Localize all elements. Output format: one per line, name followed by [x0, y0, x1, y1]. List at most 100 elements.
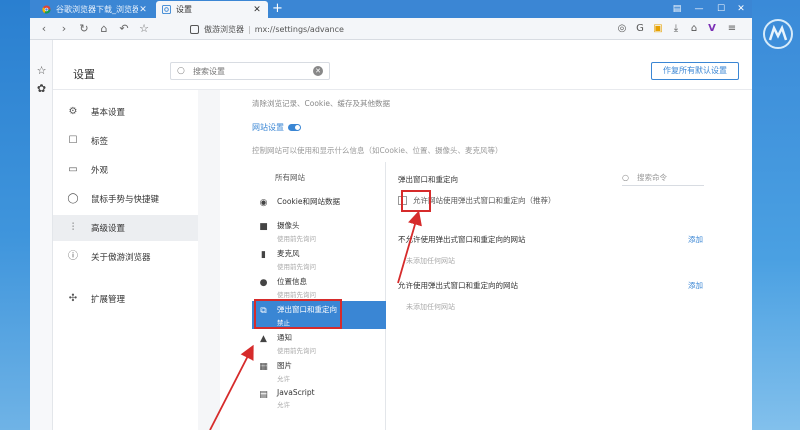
- search-placeholder: 搜索命令: [636, 173, 667, 182]
- blocked-sites-title: 不允许使用弹出式窗口和重定向的网站: [398, 235, 526, 244]
- command-search[interactable]: ○ 搜索命令: [622, 170, 704, 186]
- settings-main: 清除浏览记录、Cookie、缓存及其他数据 网站设置 控制网站可以使用和显示什么…: [198, 90, 752, 430]
- allow-popups-label: 允许网站使用弹出式窗口和重定向（推荐）: [413, 196, 556, 205]
- sidebar-item-extensions[interactable]: ✣ 扩展管理: [53, 286, 198, 312]
- forward-icon[interactable]: ›: [56, 21, 72, 37]
- permission-status: 使用前先询问: [277, 347, 316, 355]
- tab-download-page[interactable]: 谷歌浏览器下载_浏览器 ✕: [36, 1, 154, 18]
- sidebar-item-tabs[interactable]: ☐ 标签: [53, 128, 198, 154]
- popup-settings-panel: 弹出窗口和重定向 ○ 搜索命令 允许网站使用弹出式窗口和重定向（推荐） 不允许使…: [386, 162, 752, 430]
- new-tab-button[interactable]: +: [272, 1, 283, 16]
- permission-camera[interactable]: ■ 摄像头 使用前先询问: [252, 217, 386, 245]
- add-allowed-button[interactable]: 添加: [688, 280, 703, 291]
- sidebar-item-advanced[interactable]: ⫶ 高级设置: [53, 215, 198, 241]
- tab-strip: 谷歌浏览器下载_浏览器 ✕ 设置 ✕ + ▤ — ☐ ✕: [30, 0, 752, 18]
- sidebar-item-mouse[interactable]: ◯ 鼠标手势与快捷键: [53, 186, 198, 212]
- microphone-icon: ▮: [261, 250, 266, 260]
- javascript-icon: ▤: [259, 390, 268, 400]
- settings-sidebar: ⚙ 基本设置 ☐ 标签 ▭ 外观 ◯ 鼠标手势与快捷键 ⫶ 高级设置 ⓘ 关于傲…: [53, 90, 198, 430]
- permission-javascript[interactable]: ▤ JavaScript 允许: [252, 385, 386, 413]
- permission-name: JavaScript: [277, 388, 315, 397]
- hamburger-icon[interactable]: ≡: [724, 21, 740, 37]
- settings-header: 设置 ○ ✕ 作复所有默认设置: [53, 40, 752, 90]
- bell-icon: ▲: [260, 334, 267, 344]
- close-window-icon[interactable]: ✕: [730, 0, 752, 18]
- location-icon: ●: [259, 278, 268, 288]
- settings-page-icon: [162, 5, 171, 14]
- tab-title: 设置: [176, 5, 192, 14]
- url-text: mx://settings/advance: [254, 24, 344, 34]
- favorites-star-icon[interactable]: ☆: [35, 64, 48, 77]
- sidebar-item-label: 扩展管理: [91, 295, 126, 305]
- desktop-background: [752, 0, 800, 430]
- allowed-empty-text: 未添加任何网站: [406, 303, 455, 311]
- v-icon[interactable]: V: [704, 21, 720, 37]
- restore-defaults-button[interactable]: 作复所有默认设置: [651, 62, 739, 80]
- refresh-g-icon[interactable]: G: [632, 21, 648, 37]
- clear-data-link[interactable]: 清除浏览记录、Cookie、缓存及其他数据: [252, 98, 390, 109]
- maximize-icon[interactable]: ☐: [710, 0, 732, 18]
- add-blocked-button[interactable]: 添加: [688, 234, 703, 245]
- permission-microphone[interactable]: ▮ 麦克风 使用前先询问: [252, 245, 386, 273]
- mouse-icon: ◯: [67, 193, 79, 204]
- gear-icon: ⚙: [68, 106, 78, 117]
- sidebar-item-label: 关于傲游浏览器: [91, 253, 151, 263]
- permission-images[interactable]: ▦ 图片 允许: [252, 357, 386, 385]
- search-input[interactable]: [193, 66, 313, 76]
- permission-notifications[interactable]: ▲ 通知使用前先询问: [252, 329, 386, 357]
- allow-popups-option[interactable]: 允许网站使用弹出式窗口和重定向（推荐）: [398, 195, 556, 206]
- close-icon[interactable]: ✕: [252, 5, 262, 15]
- puzzle-icon: ✣: [68, 293, 78, 304]
- browser-window: 谷歌浏览器下载_浏览器 ✕ 设置 ✕ + ▤ — ☐ ✕ ‹ › ↻ ⌂ ↶ ☆…: [30, 0, 752, 430]
- permission-name: Cookie和网站数据: [277, 197, 340, 206]
- settings-search[interactable]: ○ ✕: [170, 62, 330, 80]
- permission-name: 通知: [277, 333, 292, 342]
- minimize-icon[interactable]: —: [688, 0, 710, 18]
- back-icon[interactable]: ‹: [36, 21, 52, 37]
- home-icon[interactable]: ⌂: [96, 21, 112, 37]
- clear-icon[interactable]: ✕: [313, 66, 323, 76]
- allowed-sites-title: 允许使用弹出式窗口和重定向的网站: [398, 281, 518, 290]
- permission-status: 禁止: [277, 319, 290, 327]
- site-name: 傲游浏览器: [204, 24, 244, 34]
- allow-popups-checkbox[interactable]: [398, 196, 407, 205]
- permission-location[interactable]: ● 位置信息 使用前先询问: [252, 273, 386, 301]
- address-bar[interactable]: 傲游浏览器 | mx://settings/advance: [190, 21, 600, 37]
- permission-popups[interactable]: ⧉ 弹出窗口和重定向 禁止: [252, 301, 386, 329]
- sidebar-item-about[interactable]: ⓘ 关于傲游浏览器: [53, 244, 198, 270]
- note-icon[interactable]: ▣: [650, 21, 666, 37]
- appearance-icon: ▭: [68, 164, 78, 175]
- search-icon: ○: [177, 66, 185, 76]
- sidebar-item-label: 鼠标手势与快捷键: [91, 195, 160, 205]
- download-icon[interactable]: ⤓: [668, 21, 684, 37]
- tab-settings[interactable]: 设置 ✕: [156, 1, 268, 18]
- star-icon[interactable]: ☆: [136, 21, 152, 37]
- menu-icon[interactable]: ▤: [666, 0, 688, 18]
- tab-title: 谷歌浏览器下载_浏览器: [56, 5, 138, 14]
- settings-content: 清除浏览记录、Cookie、缓存及其他数据 网站设置 控制网站可以使用和显示什么…: [220, 90, 752, 430]
- permission-name: 弹出窗口和重定向: [277, 305, 337, 314]
- close-icon[interactable]: ✕: [138, 5, 148, 15]
- site-settings-label: 网站设置: [252, 123, 284, 132]
- reload-icon[interactable]: ↻: [76, 21, 92, 37]
- popup-icon: ⧉: [260, 306, 267, 316]
- side-panel-strip: ☆ ✿: [30, 40, 53, 430]
- undo-icon[interactable]: ↶: [116, 21, 132, 37]
- site-settings-toggle[interactable]: 网站设置: [252, 122, 301, 133]
- sidebar-item-label: 基本设置: [91, 108, 126, 118]
- sidebar-item-basic[interactable]: ⚙ 基本设置: [53, 99, 198, 125]
- permission-status: 允许: [277, 375, 290, 383]
- gift-icon[interactable]: ⌂: [686, 21, 702, 37]
- apps-icon[interactable]: ✿: [35, 82, 48, 95]
- chrome-icon: [42, 5, 51, 14]
- permission-list: 所有网站 ◉ Cookie和网站数据 ■ 摄像头 使用前先询问 ▮ 麦克风 使用前先…: [252, 162, 386, 430]
- site-settings-description: 控制网站可以使用和显示什么信息（如Cookie、位置、摄像头、麦克风等）: [252, 146, 503, 155]
- sliders-icon: ⫶: [71, 222, 75, 233]
- sidebar-item-appearance[interactable]: ▭ 外观: [53, 157, 198, 183]
- address-toolbar: ‹ › ↻ ⌂ ↶ ☆ 傲游浏览器 | mx://settings/advanc…: [30, 18, 752, 40]
- permission-name: 图片: [277, 361, 292, 370]
- camera-icon[interactable]: ◎: [614, 21, 630, 37]
- cookie-icon: ◉: [259, 198, 268, 208]
- all-sites-link[interactable]: 所有网站: [275, 172, 305, 183]
- permission-status: 使用前先询问: [277, 291, 316, 299]
